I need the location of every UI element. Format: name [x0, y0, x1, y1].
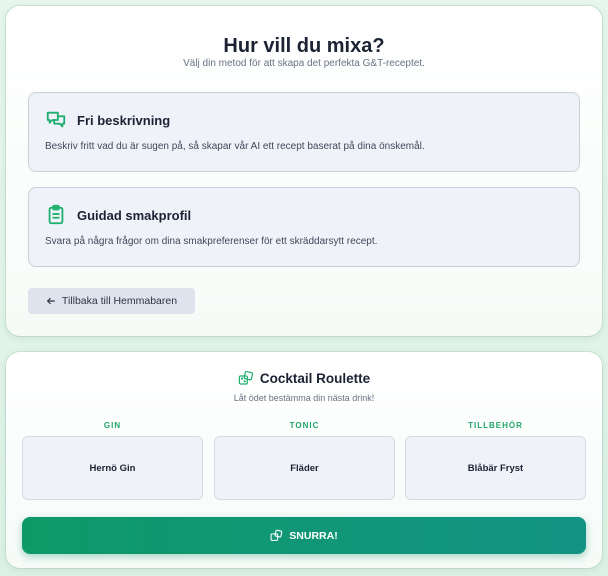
- slot-label-gin: GIN: [103, 421, 122, 430]
- option-description: Svara på några frågor om dina smakprefer…: [45, 236, 378, 247]
- option-title: Fri beskrivning: [77, 113, 171, 128]
- roulette-header: Cocktail Roulette: [6, 370, 602, 386]
- arrow-left-icon: [46, 296, 56, 306]
- cocktail-roulette-card: Cocktail Roulette Låt ödet bestämma din …: [6, 352, 602, 568]
- back-to-home-bar-button[interactable]: Tillbaka till Hemmabaren: [28, 288, 195, 314]
- page-subtitle: Välj din metod för att skapa det perfekt…: [183, 58, 425, 69]
- option-guided-profile[interactable]: Guidad smakprofil Svara på några frågor …: [28, 187, 580, 267]
- slot-label-tonic: TONIC: [289, 421, 320, 430]
- slot-label-garnish: TILLBEHÖR: [468, 421, 523, 430]
- page-title: Hur vill du mixa?: [223, 35, 385, 57]
- clipboard-icon: [45, 204, 67, 226]
- roulette-subtitle: Låt ödet bestämma din nästa drink!: [233, 393, 375, 403]
- dice-icon: [270, 529, 283, 542]
- chat-bubbles-icon: [45, 109, 67, 131]
- option-free-description[interactable]: Fri beskrivning Beskriv fritt vad du är …: [28, 92, 580, 172]
- back-button-label: Tillbaka till Hemmabaren: [61, 295, 178, 307]
- dice-icon: [238, 370, 254, 386]
- spin-button[interactable]: SNURRA!: [22, 517, 586, 554]
- slot-garnish: Blåbär Fryst: [405, 436, 586, 500]
- spin-button-label: SNURRA!: [289, 529, 338, 542]
- slot-value: Hernö Gin: [89, 462, 136, 474]
- option-description: Beskriv fritt vad du är sugen på, så ska…: [45, 141, 425, 152]
- option-title: Guidad smakprofil: [77, 208, 192, 223]
- mix-method-card: Hur vill du mixa? Välj din metod för att…: [6, 6, 602, 336]
- slot-gin: Hernö Gin: [22, 436, 203, 500]
- slot-value: Fläder: [290, 462, 319, 474]
- slot-value: Blåbär Fryst: [467, 462, 524, 474]
- slot-tonic: Fläder: [214, 436, 395, 500]
- roulette-title: Cocktail Roulette: [259, 370, 371, 386]
